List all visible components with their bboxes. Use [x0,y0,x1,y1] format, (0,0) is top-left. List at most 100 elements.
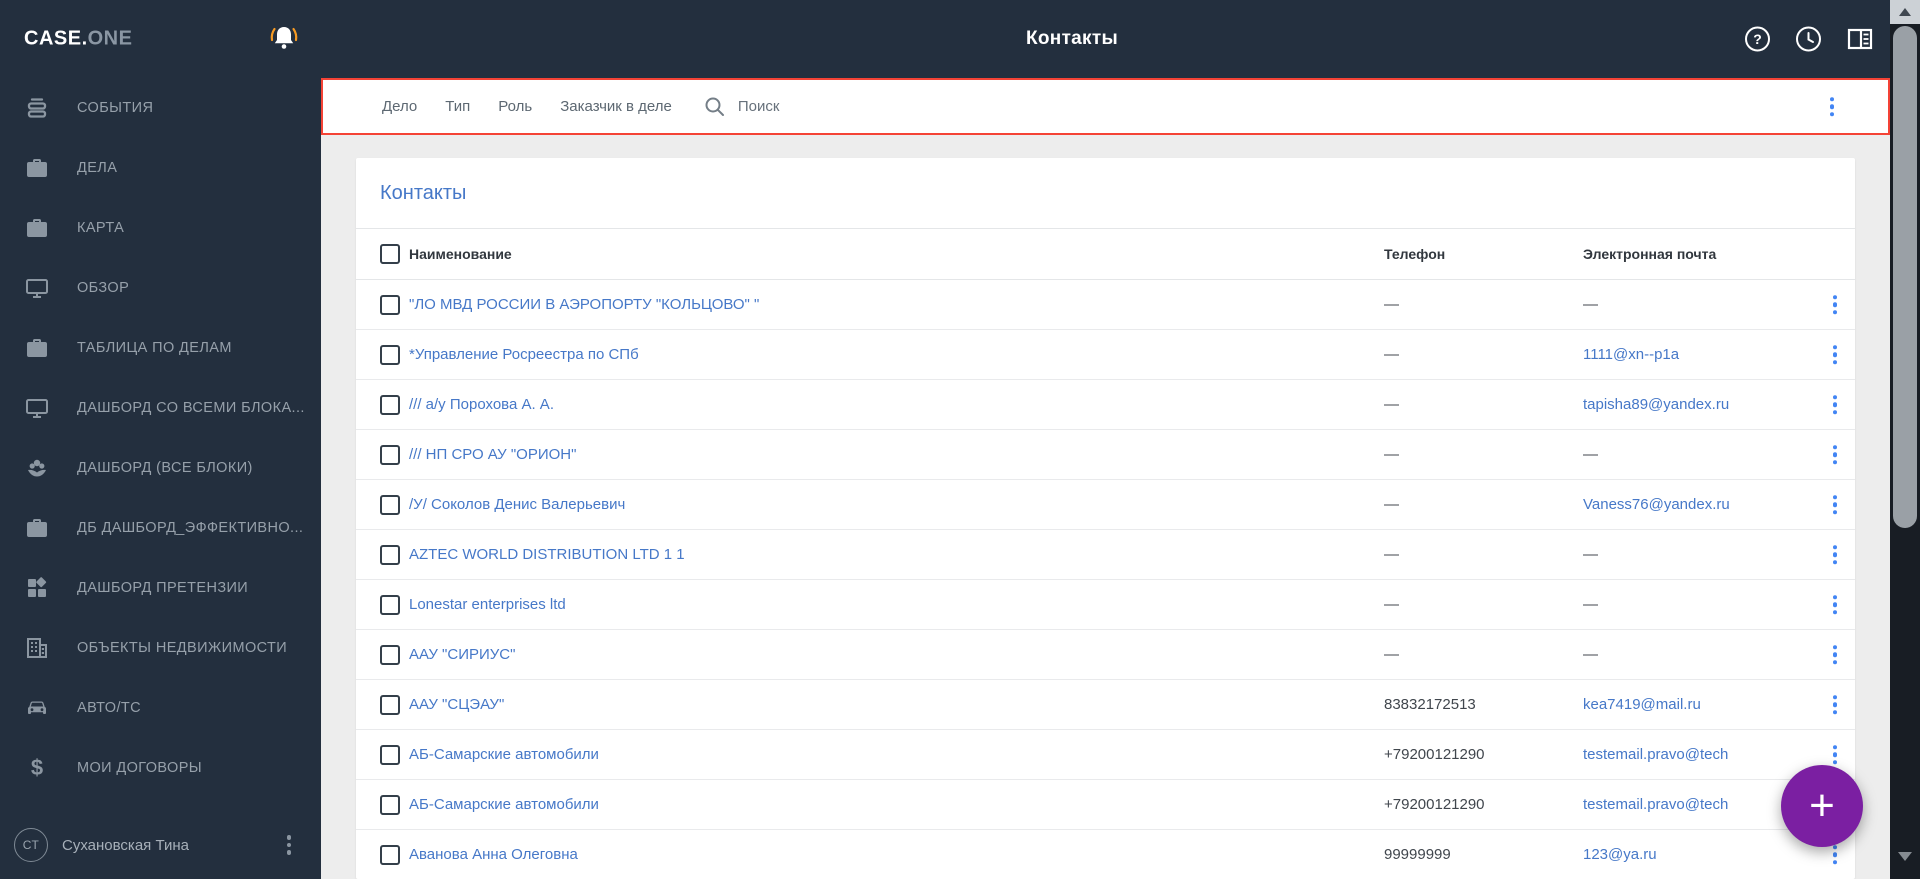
monitor-icon [23,275,50,301]
row-checkbox[interactable] [380,494,400,515]
sidebar-item[interactable]: ДБ ДАШБОРД_ЭФФЕКТИВНО... [0,498,321,558]
table-header: Наименование Телефон Электронная почта [356,228,1855,280]
scrollbar[interactable] [1890,0,1920,879]
sidebar-item[interactable]: ТАБЛИЦА ПО ДЕЛАМ [0,318,321,378]
brand-logo[interactable]: CASE.ONE [24,28,132,51]
side-panel-layout-icon[interactable] [1846,26,1874,53]
row-menu-kebab-icon[interactable] [1829,491,1842,519]
contact-name-link[interactable]: АБ-Самарские автомобили [409,796,1384,813]
row-checkbox[interactable] [380,744,400,765]
search-input[interactable] [735,97,870,116]
search-box[interactable] [704,96,870,117]
row-checkbox[interactable] [380,444,400,465]
sidebar-item[interactable]: АВТО/ТС [0,678,321,738]
sidebar-item[interactable]: $ МОИ ДОГОВОРЫ [0,738,321,798]
contact-email-link[interactable]: Vaness76@yandex.ru [1583,496,1823,513]
contact-name-link[interactable]: /// НП СРО АУ "ОРИОН" [409,446,1384,463]
notifications-bell-icon[interactable] [267,23,301,58]
events-icon [23,95,50,121]
history-clock-icon[interactable] [1795,26,1822,53]
contact-phone: — [1384,496,1399,513]
filter-button[interactable]: Роль [498,98,532,115]
row-menu-kebab-icon[interactable] [1829,441,1842,469]
sidebar-item[interactable]: ДАШБОРД СО ВСЕМИ БЛОКА... [0,378,321,438]
sidebar-item[interactable]: КАРТА [0,198,321,258]
row-checkbox[interactable] [380,644,400,665]
row-checkbox[interactable] [380,844,400,865]
filter-bar-kebab-icon[interactable] [1826,93,1839,121]
contact-name-link[interactable]: ААУ "СЦЭАУ" [409,696,1384,713]
briefcase-icon [23,155,50,181]
add-contact-fab-button[interactable]: + [1781,765,1863,847]
contact-name-link[interactable]: /У/ Соколов Денис Валерьевич [409,496,1384,513]
row-checkbox[interactable] [380,294,400,315]
scroll-down-icon[interactable] [1898,852,1912,861]
row-menu-kebab-icon[interactable] [1829,691,1842,719]
topbar-actions: ? [1744,26,1874,53]
select-all-checkbox[interactable] [380,244,400,264]
user-profile-row[interactable]: СТ Сухановская Тина [0,817,321,873]
contact-name-link[interactable]: /// а/у Порохова А. А. [409,396,1384,413]
contact-name-link[interactable]: AZTEC WORLD DISTRIBUTION LTD 1 1 [409,546,1384,563]
table-row: ААУ "СИРИУС" — — [356,630,1855,680]
user-name: Сухановская Тина [62,836,189,854]
row-menu-kebab-icon[interactable] [1829,591,1842,619]
contact-email-link[interactable]: testemail.pravo@tech [1583,746,1823,763]
sidebar-item-label: ОБЗОР [77,280,130,296]
contact-name-link[interactable]: *Управление Росреестра по СПб [409,346,1384,363]
row-checkbox[interactable] [380,394,400,415]
briefcase-icon [23,335,50,361]
contact-name-link[interactable]: ААУ "СИРИУС" [409,646,1384,663]
contact-phone: 99999999 [1384,846,1451,863]
sidebar-item-label: ДАШБОРД ПРЕТЕНЗИИ [77,580,249,596]
filter-button[interactable]: Дело [382,98,417,115]
help-icon[interactable]: ? [1744,26,1771,53]
sidebar-item-label: ДЕЛА [77,160,118,176]
flower-icon [23,455,50,481]
row-checkbox[interactable] [380,594,400,615]
sidebar-item[interactable]: ДАШБОРД (ВСЕ БЛОКИ) [0,438,321,498]
contact-name-link[interactable]: Lonestar enterprises ltd [409,596,1384,613]
contact-phone: — [1384,446,1399,463]
scroll-up-button[interactable] [1890,0,1920,24]
contact-name-link[interactable]: Аванова Анна Олеговна [409,846,1384,863]
row-menu-kebab-icon[interactable] [1829,291,1842,319]
sidebar-item[interactable]: ДАШБОРД ПРЕТЕНЗИИ [0,558,321,618]
filter-button[interactable]: Заказчик в деле [560,98,672,115]
row-checkbox[interactable] [380,794,400,815]
contact-email: — [1583,296,1598,313]
sidebar-item-label: КАРТА [77,220,125,236]
contact-email-link[interactable]: tapisha89@yandex.ru [1583,396,1823,413]
contact-phone: — [1384,646,1399,663]
briefcase-icon [23,215,50,241]
table-row: /// а/у Порохова А. А. — tapisha89@yandex.… [356,380,1855,430]
contact-email-link[interactable]: 1111@xn--p1a [1583,346,1823,363]
sidebar-item[interactable]: ОБЪЕКТЫ НЕДВИЖИМОСТИ [0,618,321,678]
row-menu-kebab-icon[interactable] [1829,341,1842,369]
table-row: ААУ "СЦЭАУ" 83832172513 kea7419@mail.ru [356,680,1855,730]
table-row: Аванова Анна Олеговна 99999999 123@ya.ru [356,830,1855,879]
row-menu-kebab-icon[interactable] [1829,741,1842,769]
contact-name-link[interactable]: АБ-Самарские автомобили [409,746,1384,763]
row-checkbox[interactable] [380,344,400,365]
table-row: Lonestar enterprises ltd — — [356,580,1855,630]
contact-email: — [1583,446,1598,463]
filter-button[interactable]: Тип [445,98,470,115]
sidebar-item[interactable]: ДЕЛА [0,138,321,198]
contact-email: — [1583,596,1598,613]
filter-bar: Дело Тип Роль Заказчик в деле [321,78,1890,135]
contact-email-link[interactable]: 123@ya.ru [1583,846,1823,863]
contacts-card: Контакты Наименование Телефон Электронна… [356,158,1855,879]
row-menu-kebab-icon[interactable] [1829,391,1842,419]
table-row: АБ-Самарские автомобили +79200121290 teste… [356,780,1855,830]
contact-email-link[interactable]: kea7419@mail.ru [1583,696,1823,713]
contact-name-link[interactable]: "ЛО МВД РОССИИ В АЭРОПОРТУ "КОЛЬЦОВО" " [409,296,1384,313]
row-checkbox[interactable] [380,544,400,565]
user-menu-kebab-icon[interactable] [283,831,296,859]
sidebar-item[interactable]: ОБЗОР [0,258,321,318]
sidebar-item[interactable]: СОБЫТИЯ [0,78,321,138]
row-checkbox[interactable] [380,694,400,715]
row-menu-kebab-icon[interactable] [1829,541,1842,569]
scrollbar-thumb[interactable] [1893,26,1917,528]
row-menu-kebab-icon[interactable] [1829,641,1842,669]
